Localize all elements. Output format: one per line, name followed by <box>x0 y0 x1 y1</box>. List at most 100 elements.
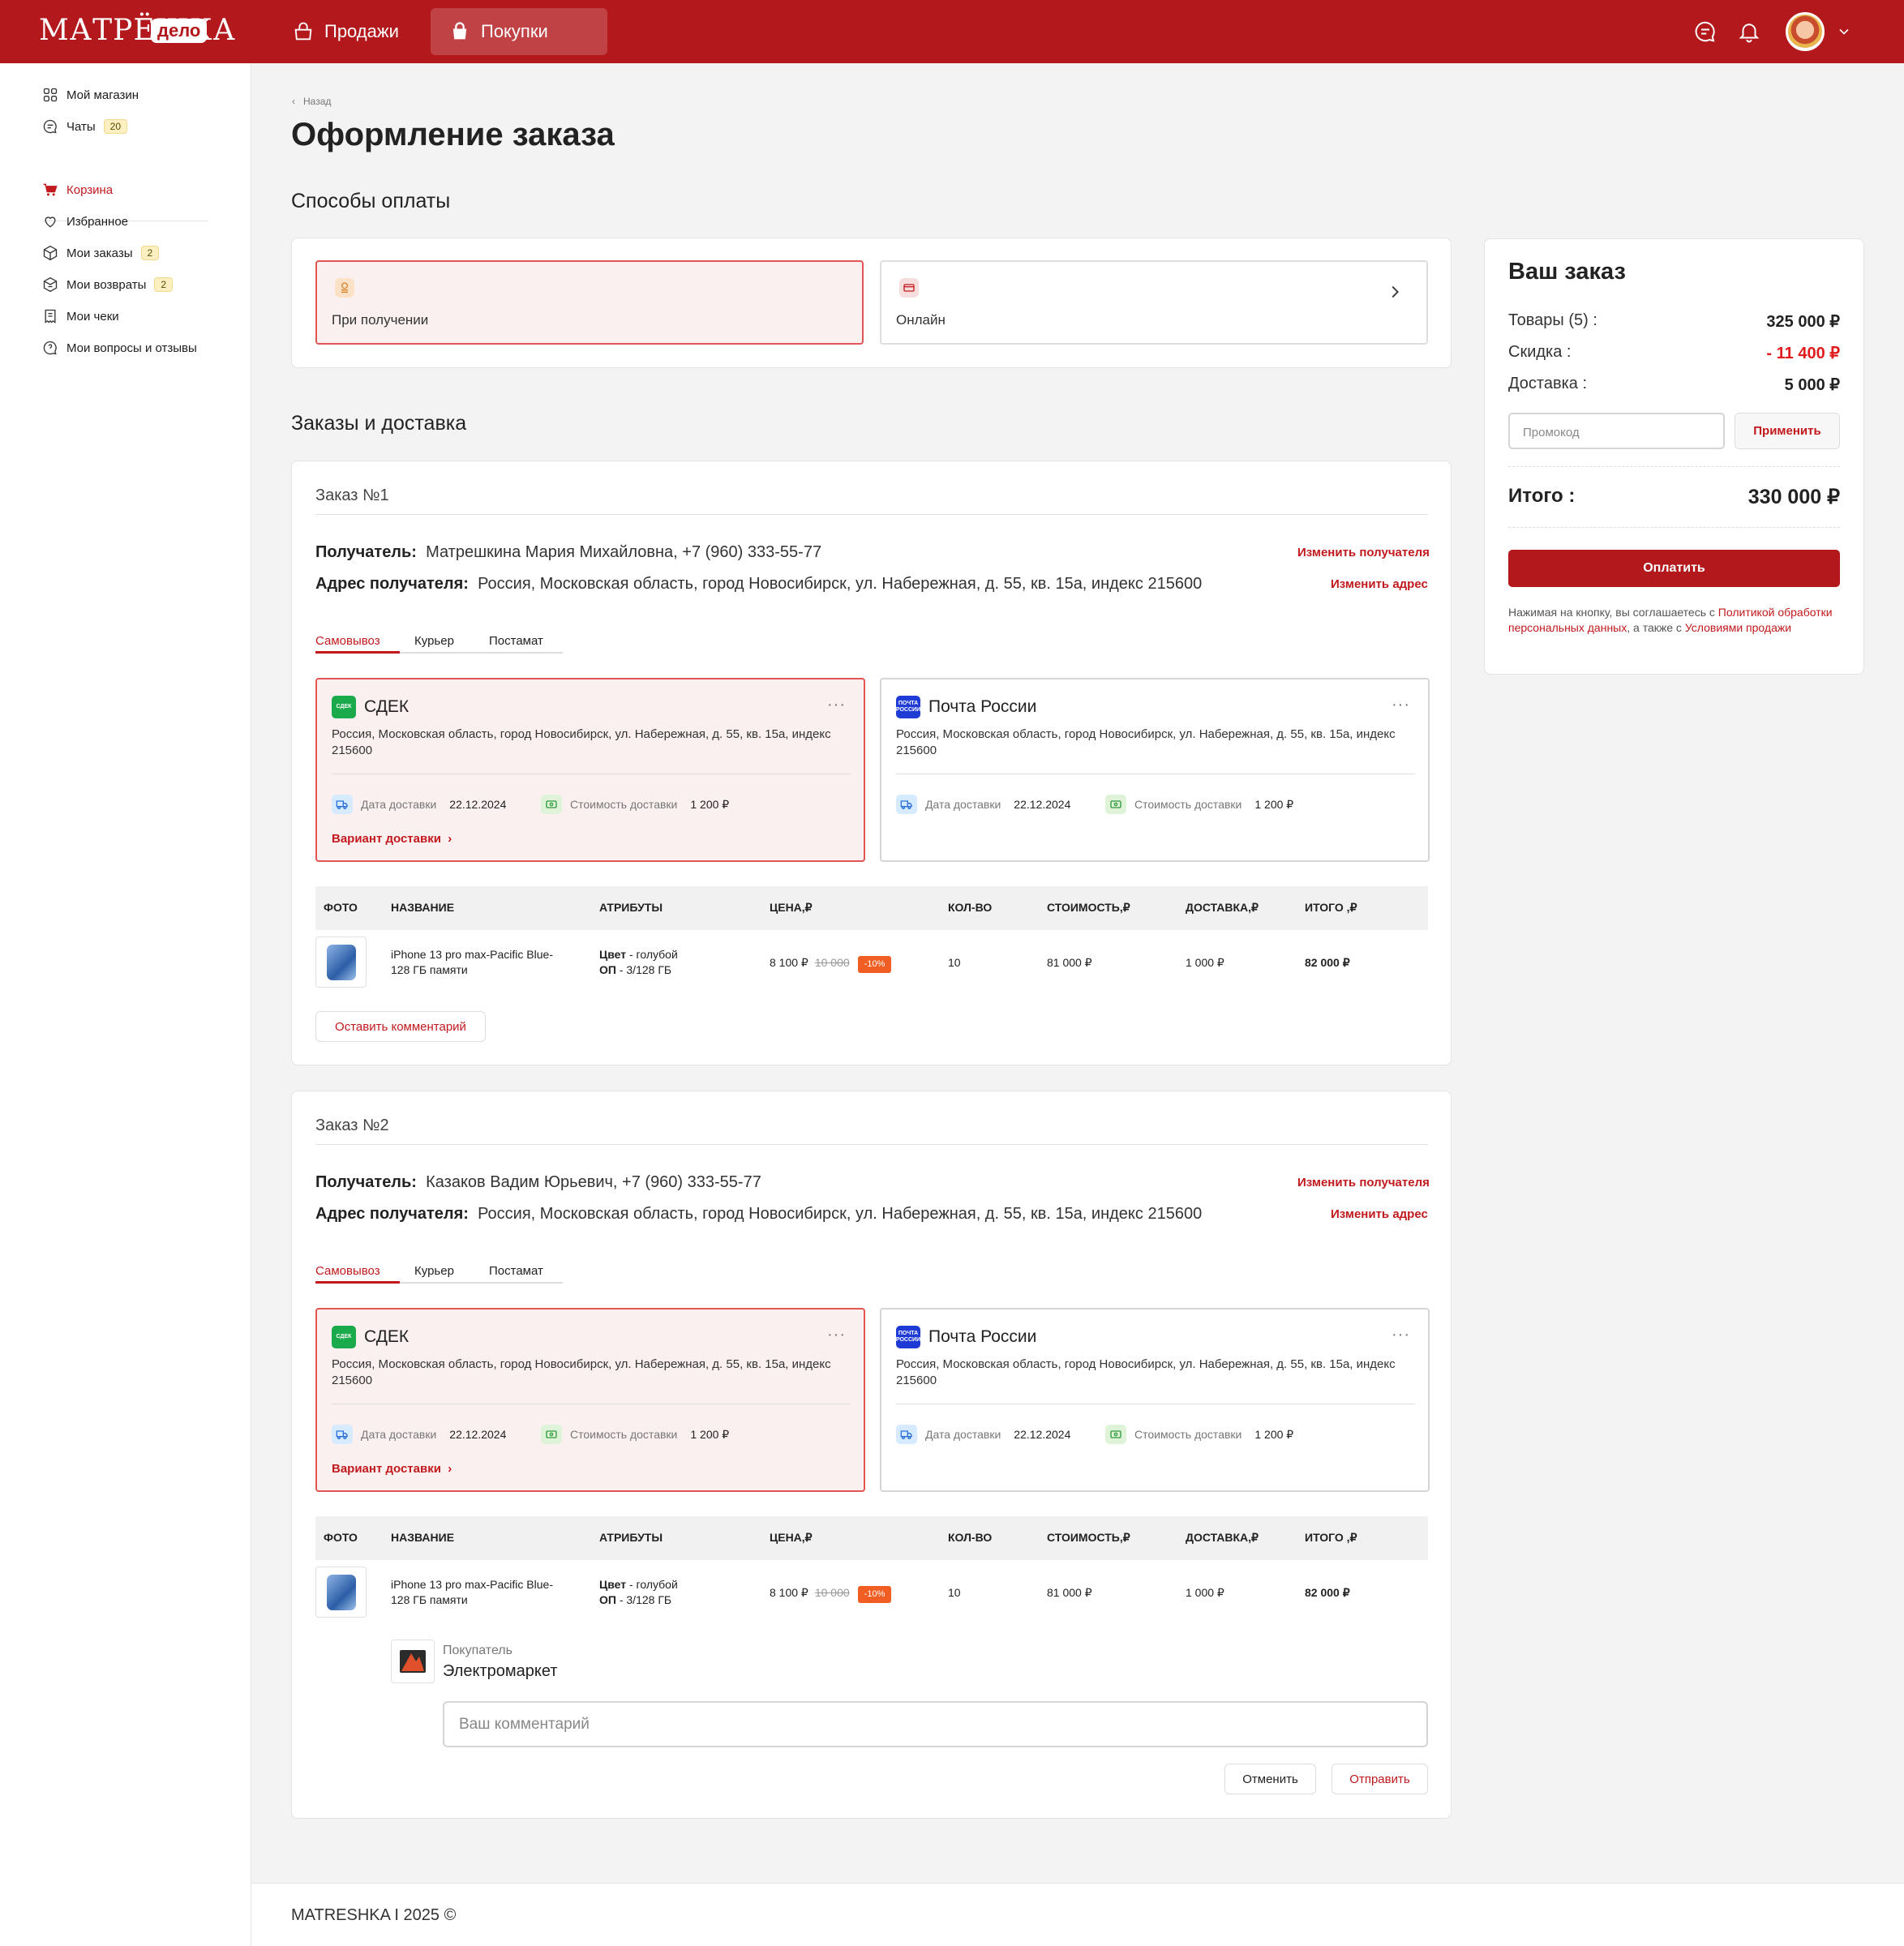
product-attributes: Цвет - голубой ОП - 3/128 ГБ <box>599 947 678 978</box>
payment-option-online[interactable]: Онлайн <box>880 260 1428 345</box>
money-icon <box>1105 1425 1126 1444</box>
page-title: Оформление заказа <box>291 117 615 152</box>
sidebar-item-label: Избранное <box>66 214 129 229</box>
sidebar-item-questions[interactable]: Мои вопросы и отзывы <box>42 340 197 356</box>
col-cost: СТОИМОСТЬ,₽ <box>1047 1531 1130 1544</box>
change-recipient-link[interactable]: Изменить получателя <box>1297 1176 1430 1189</box>
sidebar-item-chats[interactable]: Чаты 20 <box>42 118 128 135</box>
order-title: Заказ №1 <box>315 486 389 504</box>
apply-promo-button[interactable]: Применить <box>1735 413 1840 449</box>
delivery-cost-value: 1 200 ₽ <box>690 797 730 811</box>
tab-pickup[interactable]: Самовывоз <box>315 634 380 648</box>
back-label: Назад <box>303 96 332 107</box>
leave-comment-button[interactable]: Оставить комментарий <box>315 1011 486 1042</box>
money-icon <box>541 1425 562 1444</box>
attr-color-label: Цвет <box>599 1578 627 1591</box>
store-icon <box>294 22 312 41</box>
change-address-link[interactable]: Изменить адрес <box>1331 577 1428 591</box>
delivery-option-cdek[interactable]: СДЕК СДЕК ··· Россия, Московская область… <box>315 1308 865 1492</box>
sidebar-item-my-shop[interactable]: Мой магазин <box>42 87 139 103</box>
delivery-date-label: Дата доставки <box>925 798 1001 811</box>
provider-name: Почта России <box>928 1327 1037 1346</box>
product-photo[interactable] <box>315 1567 367 1618</box>
delivery-date-label: Дата доставки <box>361 798 437 811</box>
delivery-variant-link[interactable]: Вариант доставки › <box>332 1462 452 1476</box>
delivery-date: Дата доставки 22.12.2024 <box>896 795 1070 814</box>
product-name[interactable]: iPhone 13 pro max-Pacific Blue-128 ГБ па… <box>391 947 561 978</box>
recipient-value: Казаков Вадим Юрьевич, +7 (960) 333-55-7… <box>426 1173 761 1191</box>
sidebar-item-favorites[interactable]: Избранное <box>42 213 128 229</box>
summary-discount-row: Скидка : - 11 400 ₽ <box>1508 343 1840 362</box>
active-tab-indicator <box>315 1281 400 1284</box>
product-name[interactable]: iPhone 13 pro max-Pacific Blue-128 ГБ па… <box>391 1577 561 1608</box>
sidebar-item-returns[interactable]: Мои возвраты 2 <box>42 276 174 293</box>
pay-button[interactable]: Оплатить <box>1508 550 1840 587</box>
legal-text: Нажимая на кнопку, вы соглашаетесь с Пол… <box>1508 605 1840 636</box>
col-attributes: АТРИБУТЫ <box>599 1531 663 1544</box>
shop-logo <box>391 1640 435 1683</box>
delivery-label: Доставка : <box>1508 375 1588 392</box>
more-icon[interactable]: ··· <box>1392 1326 1410 1344</box>
delivery-variant-link[interactable]: Вариант доставки › <box>332 832 452 846</box>
change-address-link[interactable]: Изменить адрес <box>1331 1207 1428 1221</box>
attr-memory-label: ОП <box>599 963 616 976</box>
summary-title: Ваш заказ <box>1508 259 1626 285</box>
change-recipient-link[interactable]: Изменить получателя <box>1297 546 1430 559</box>
delivery-option-russian-post[interactable]: ПОЧТА РОССИИ Почта России ··· Россия, Мо… <box>880 678 1430 862</box>
address-label: Адрес получателя: <box>315 575 469 593</box>
delivery-cost-value: 1 200 ₽ <box>690 1427 730 1441</box>
sidebar: Мой магазин Чаты 20 Корзина Избранное Мо… <box>0 63 251 1946</box>
send-button[interactable]: Отправить <box>1332 1764 1428 1794</box>
truck-icon <box>332 795 353 814</box>
chats-count-badge: 20 <box>103 119 128 134</box>
product-cost: 81 000 ₽ <box>1047 956 1092 969</box>
delivery-variant-label: Вариант доставки <box>332 1462 441 1476</box>
delivery-date-value: 22.12.2024 <box>449 1428 507 1441</box>
delivery-cost-label: Стоимость доставки <box>570 1428 678 1441</box>
back-link[interactable]: ‹ Назад <box>292 96 331 107</box>
discount-value: - 11 400 ₽ <box>1766 345 1840 362</box>
recipient-value: Матрешкина Мария Михайловна, +7 (960) 33… <box>426 543 822 561</box>
sidebar-item-orders[interactable]: Мои заказы 2 <box>42 245 160 261</box>
more-icon[interactable]: ··· <box>827 696 846 714</box>
money-icon <box>1105 795 1126 814</box>
tab-sales-label: Продажи <box>324 21 399 41</box>
delivery-cost-value: 1 200 ₽ <box>1254 797 1294 811</box>
provider-address: Россия, Московская область, город Новоси… <box>896 1357 1396 1387</box>
tab-courier[interactable]: Курьер <box>414 1264 454 1278</box>
attr-color-value: - голубой <box>626 1578 678 1591</box>
avatar[interactable] <box>1786 12 1825 51</box>
logo-badge: дело <box>151 19 208 43</box>
tab-pickup[interactable]: Самовывоз <box>315 1264 380 1278</box>
summary-delivery-row: Доставка : 5 000 ₽ <box>1508 375 1840 394</box>
bell-icon[interactable] <box>1737 19 1761 44</box>
comment-input[interactable]: Ваш комментарий <box>443 1701 1428 1747</box>
sidebar-item-receipts[interactable]: Мои чеки <box>42 308 119 324</box>
cancel-button[interactable]: Отменить <box>1224 1764 1316 1794</box>
terms-link[interactable]: Условиями продажи <box>1685 621 1791 634</box>
product-photo[interactable] <box>315 937 367 988</box>
col-name: НАЗВАНИЕ <box>391 1531 455 1544</box>
provider-address: Россия, Московская область, город Новоси… <box>332 1357 831 1387</box>
tab-parcel-locker[interactable]: Постамат <box>489 1264 543 1278</box>
delivery-option-russian-post[interactable]: ПОЧТА РОССИИ Почта России ··· Россия, Мо… <box>880 1308 1430 1492</box>
tab-sales[interactable]: Продажи <box>274 8 417 55</box>
more-icon[interactable]: ··· <box>1392 696 1410 714</box>
delivery-cost-label: Стоимость доставки <box>570 798 678 811</box>
more-icon[interactable]: ··· <box>827 1326 846 1344</box>
chevron-down-icon[interactable] <box>1836 19 1852 44</box>
delivery-date: Дата доставки 22.12.2024 <box>332 795 506 814</box>
tab-purchases[interactable]: Покупки <box>431 8 607 55</box>
delivery-option-cdek[interactable]: СДЕК СДЕК ··· Россия, Московская область… <box>315 678 865 862</box>
product-total: 82 000 ₽ <box>1305 956 1350 969</box>
payment-option-on-delivery[interactable]: При получении <box>315 260 864 345</box>
tab-courier[interactable]: Курьер <box>414 634 454 648</box>
col-name: НАЗВАНИЕ <box>391 901 455 914</box>
discount-badge: -10% <box>857 1586 892 1603</box>
promo-code-input[interactable]: Промокод <box>1508 413 1725 449</box>
address-line: Адрес получателя: Россия, Московская обл… <box>315 575 1202 594</box>
box-icon <box>43 245 58 261</box>
sidebar-item-cart[interactable]: Корзина <box>42 182 113 198</box>
chat-icon[interactable] <box>1693 19 1717 44</box>
tab-parcel-locker[interactable]: Постамат <box>489 634 543 648</box>
